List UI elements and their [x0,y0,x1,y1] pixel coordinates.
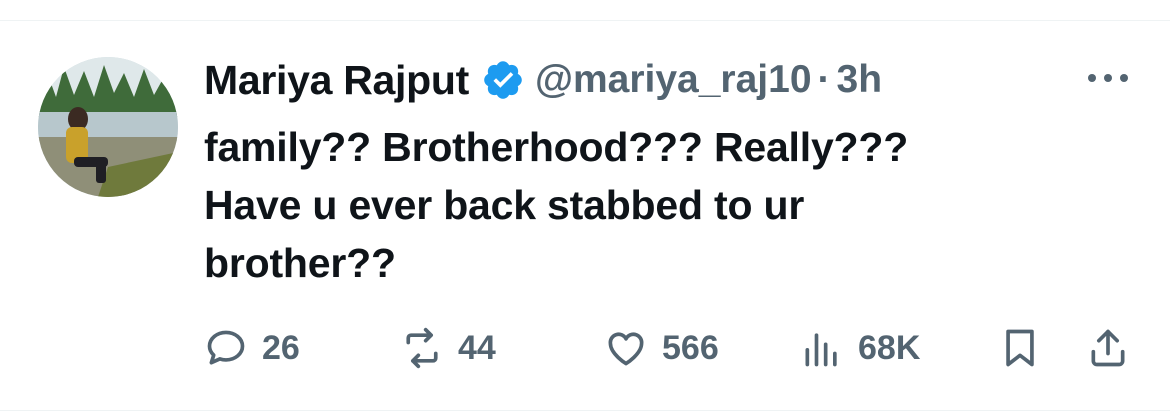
bookmark-button[interactable] [998,320,1042,376]
avatar-photo [38,57,178,197]
views-count: 68K [858,328,921,367]
separator-dot: · [817,58,831,101]
verified-badge-icon[interactable] [481,58,525,102]
like-count: 566 [662,328,719,367]
repost-count: 44 [458,328,496,367]
repost-icon [406,327,438,369]
views-chart-icon [805,333,837,367]
heart-icon [608,332,644,366]
tweet-text-line: brother?? [204,240,396,286]
more-options-icon[interactable] [1084,68,1132,88]
author-name[interactable]: Mariya Rajput [204,57,469,104]
repost-button[interactable]: 44 [400,320,496,376]
action-bar: 26 44 566 68K [0,320,1170,376]
tweet-text-line: family?? Brotherhood??? Really??? [204,124,909,170]
timestamp[interactable]: 3h [837,58,883,102]
reply-count: 26 [262,328,300,367]
top-divider [0,20,1170,21]
tweet-text-line: Have u ever back stabbed to ur [204,182,805,228]
tweet-header: Mariya Rajput @mariya_raj10 · 3h [204,52,882,108]
bookmark-icon [1006,329,1034,367]
avatar[interactable] [38,57,178,197]
tweet-text: family?? Brotherhood??? Really??? Have u… [204,118,1104,292]
bottom-divider [0,410,1170,411]
author-handle[interactable]: @mariya_raj10 [535,58,812,102]
reply-icon [207,330,245,365]
share-button[interactable] [1086,320,1130,376]
share-icon [1091,329,1125,367]
reply-button[interactable]: 26 [204,320,300,376]
views-button[interactable]: 68K [800,320,920,376]
like-button[interactable]: 566 [604,320,719,376]
